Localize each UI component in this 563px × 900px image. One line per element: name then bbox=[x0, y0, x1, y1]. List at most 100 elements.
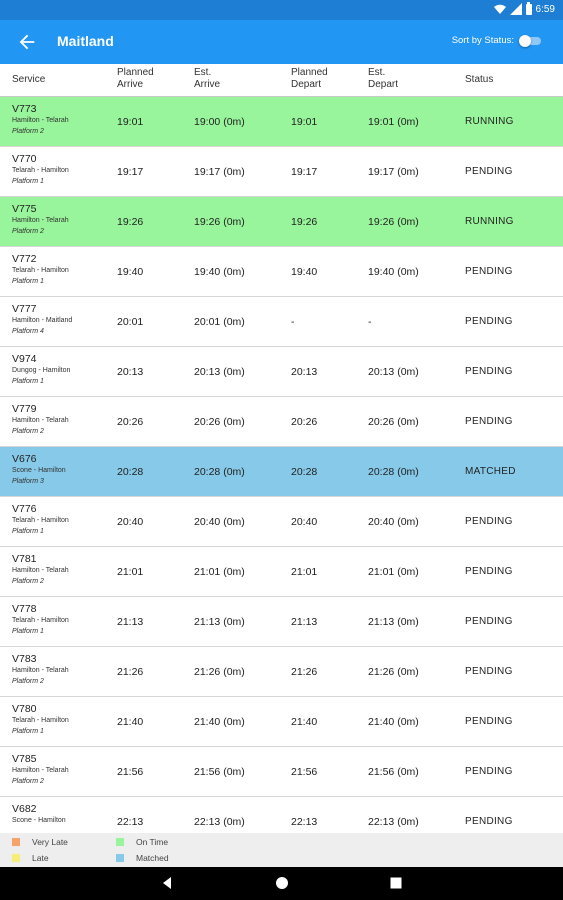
battery-icon bbox=[525, 1, 532, 15]
table-row[interactable]: V682 Scone - Hamilton 22:13 22:13 (0m) 2… bbox=[0, 797, 563, 833]
planned-depart: 19:01 bbox=[291, 116, 318, 128]
est-arrive: 21:13 (0m) bbox=[194, 616, 245, 628]
service-route: Dungog - Hamilton bbox=[12, 367, 71, 374]
service-route: Scone - Hamilton bbox=[12, 817, 66, 824]
legend-item: Matched bbox=[116, 853, 169, 863]
service-route: Telarah - Hamilton bbox=[12, 617, 69, 624]
planned-arrive: 21:40 bbox=[117, 716, 144, 728]
col-header-planned-depart-line1: Planned bbox=[291, 67, 328, 78]
table-row[interactable]: V777 Hamilton - Maitland Platform 4 20:0… bbox=[0, 297, 563, 347]
table-header: Service Planned Arrive Est. Arrive Plann… bbox=[0, 64, 563, 97]
col-header-status-label: Status bbox=[465, 74, 494, 85]
service-platform: Platform 2 bbox=[12, 428, 44, 435]
planned-depart: 21:56 bbox=[291, 766, 318, 778]
service-route: Hamilton - Telarah bbox=[12, 417, 69, 424]
col-header-planned-arrive[interactable]: Planned Arrive bbox=[117, 67, 154, 91]
service-code: V780 bbox=[12, 703, 37, 715]
service-platform: Platform 1 bbox=[12, 178, 44, 185]
col-header-service[interactable]: Service bbox=[12, 74, 45, 86]
col-header-est-arrive[interactable]: Est. Arrive bbox=[194, 67, 220, 91]
planned-depart: 20:13 bbox=[291, 366, 318, 378]
service-code: V785 bbox=[12, 753, 37, 765]
planned-arrive: 22:13 bbox=[117, 816, 144, 828]
service-status: PENDING bbox=[465, 566, 513, 577]
est-depart: 19:17 (0m) bbox=[368, 166, 419, 178]
home-icon[interactable] bbox=[275, 876, 289, 890]
est-arrive: 20:40 (0m) bbox=[194, 516, 245, 528]
est-depart: 20:40 (0m) bbox=[368, 516, 419, 528]
planned-arrive: 19:17 bbox=[117, 166, 144, 178]
planned-arrive: 20:26 bbox=[117, 416, 144, 428]
col-header-planned-depart-line2: Depart bbox=[291, 79, 322, 90]
est-depart: 22:13 (0m) bbox=[368, 816, 419, 828]
col-header-est-arrive-line2: Arrive bbox=[194, 79, 221, 90]
planned-arrive: 20:40 bbox=[117, 516, 144, 528]
service-code: V974 bbox=[12, 353, 37, 365]
service-status: PENDING bbox=[465, 766, 513, 777]
wifi-icon bbox=[493, 4, 506, 14]
signal-icon bbox=[509, 3, 522, 15]
service-platform: Platform 2 bbox=[12, 128, 44, 135]
planned-arrive: 21:01 bbox=[117, 566, 144, 578]
est-depart: 21:56 (0m) bbox=[368, 766, 419, 778]
est-arrive: 21:26 (0m) bbox=[194, 666, 245, 678]
est-arrive: 19:26 (0m) bbox=[194, 216, 245, 228]
est-arrive: 20:26 (0m) bbox=[194, 416, 245, 428]
planned-arrive: 20:01 bbox=[117, 316, 144, 328]
col-header-status[interactable]: Status bbox=[465, 74, 493, 86]
planned-arrive: 21:13 bbox=[117, 616, 144, 628]
est-arrive: 19:17 (0m) bbox=[194, 166, 245, 178]
table-row[interactable]: V785 Hamilton - Telarah Platform 2 21:56… bbox=[0, 747, 563, 797]
service-platform: Platform 3 bbox=[12, 478, 44, 485]
col-header-service-label: Service bbox=[12, 74, 46, 85]
service-code: V783 bbox=[12, 653, 37, 665]
service-route: Hamilton - Telarah bbox=[12, 667, 69, 674]
planned-arrive: 20:13 bbox=[117, 366, 144, 378]
planned-depart: - bbox=[291, 316, 295, 328]
table-row[interactable]: V781 Hamilton - Telarah Platform 2 21:01… bbox=[0, 547, 563, 597]
service-route: Scone - Hamilton bbox=[12, 467, 66, 474]
table-row[interactable]: V778 Telarah - Hamilton Platform 1 21:13… bbox=[0, 597, 563, 647]
service-platform: Platform 4 bbox=[12, 328, 44, 335]
table-row[interactable]: V974 Dungog - Hamilton Platform 1 20:13 … bbox=[0, 347, 563, 397]
service-code: V777 bbox=[12, 303, 37, 315]
table-row[interactable]: V773 Hamilton - Telarah Platform 2 19:01… bbox=[0, 97, 563, 147]
legend-item: Very Late bbox=[12, 837, 68, 847]
est-depart: - bbox=[368, 316, 372, 328]
planned-arrive: 19:40 bbox=[117, 266, 144, 278]
service-table: V773 Hamilton - Telarah Platform 2 19:01… bbox=[0, 97, 563, 833]
service-code: V778 bbox=[12, 603, 37, 615]
service-route: Telarah - Hamilton bbox=[12, 267, 69, 274]
table-row[interactable]: V779 Hamilton - Telarah Platform 2 20:26… bbox=[0, 397, 563, 447]
service-status: PENDING bbox=[465, 166, 513, 177]
legend-swatch bbox=[116, 854, 124, 862]
est-arrive: 22:13 (0m) bbox=[194, 816, 245, 828]
table-row[interactable]: V775 Hamilton - Telarah Platform 2 19:26… bbox=[0, 197, 563, 247]
col-header-est-depart[interactable]: Est. Depart bbox=[368, 67, 398, 91]
sort-by-status-label: Sort by Status: bbox=[451, 35, 514, 46]
service-platform: Platform 1 bbox=[12, 278, 44, 285]
table-row[interactable]: V783 Hamilton - Telarah Platform 2 21:26… bbox=[0, 647, 563, 697]
status-legend: Very Late On Time Late Matched bbox=[0, 833, 563, 867]
table-row[interactable]: V780 Telarah - Hamilton Platform 1 21:40… bbox=[0, 697, 563, 747]
planned-depart: 21:40 bbox=[291, 716, 318, 728]
table-row[interactable]: V770 Telarah - Hamilton Platform 1 19:17… bbox=[0, 147, 563, 197]
legend-label: Matched bbox=[136, 853, 169, 863]
back-icon[interactable] bbox=[160, 876, 174, 890]
recents-icon[interactable] bbox=[389, 876, 403, 890]
service-platform: Platform 2 bbox=[12, 578, 44, 585]
table-row[interactable]: V776 Telarah - Hamilton Platform 1 20:40… bbox=[0, 497, 563, 547]
service-status: MATCHED bbox=[465, 466, 516, 477]
est-depart: 21:40 (0m) bbox=[368, 716, 419, 728]
table-row[interactable]: V676 Scone - Hamilton Platform 3 20:28 2… bbox=[0, 447, 563, 497]
sort-by-status-toggle[interactable] bbox=[519, 35, 541, 47]
service-platform: Platform 1 bbox=[12, 378, 44, 385]
service-code: V682 bbox=[12, 803, 37, 815]
service-platform: Platform 1 bbox=[12, 728, 44, 735]
planned-arrive: 21:56 bbox=[117, 766, 144, 778]
col-header-planned-depart[interactable]: Planned Depart bbox=[291, 67, 328, 91]
service-status: PENDING bbox=[465, 716, 513, 727]
back-arrow-icon[interactable] bbox=[16, 31, 38, 53]
table-row[interactable]: V772 Telarah - Hamilton Platform 1 19:40… bbox=[0, 247, 563, 297]
est-arrive: 21:40 (0m) bbox=[194, 716, 245, 728]
